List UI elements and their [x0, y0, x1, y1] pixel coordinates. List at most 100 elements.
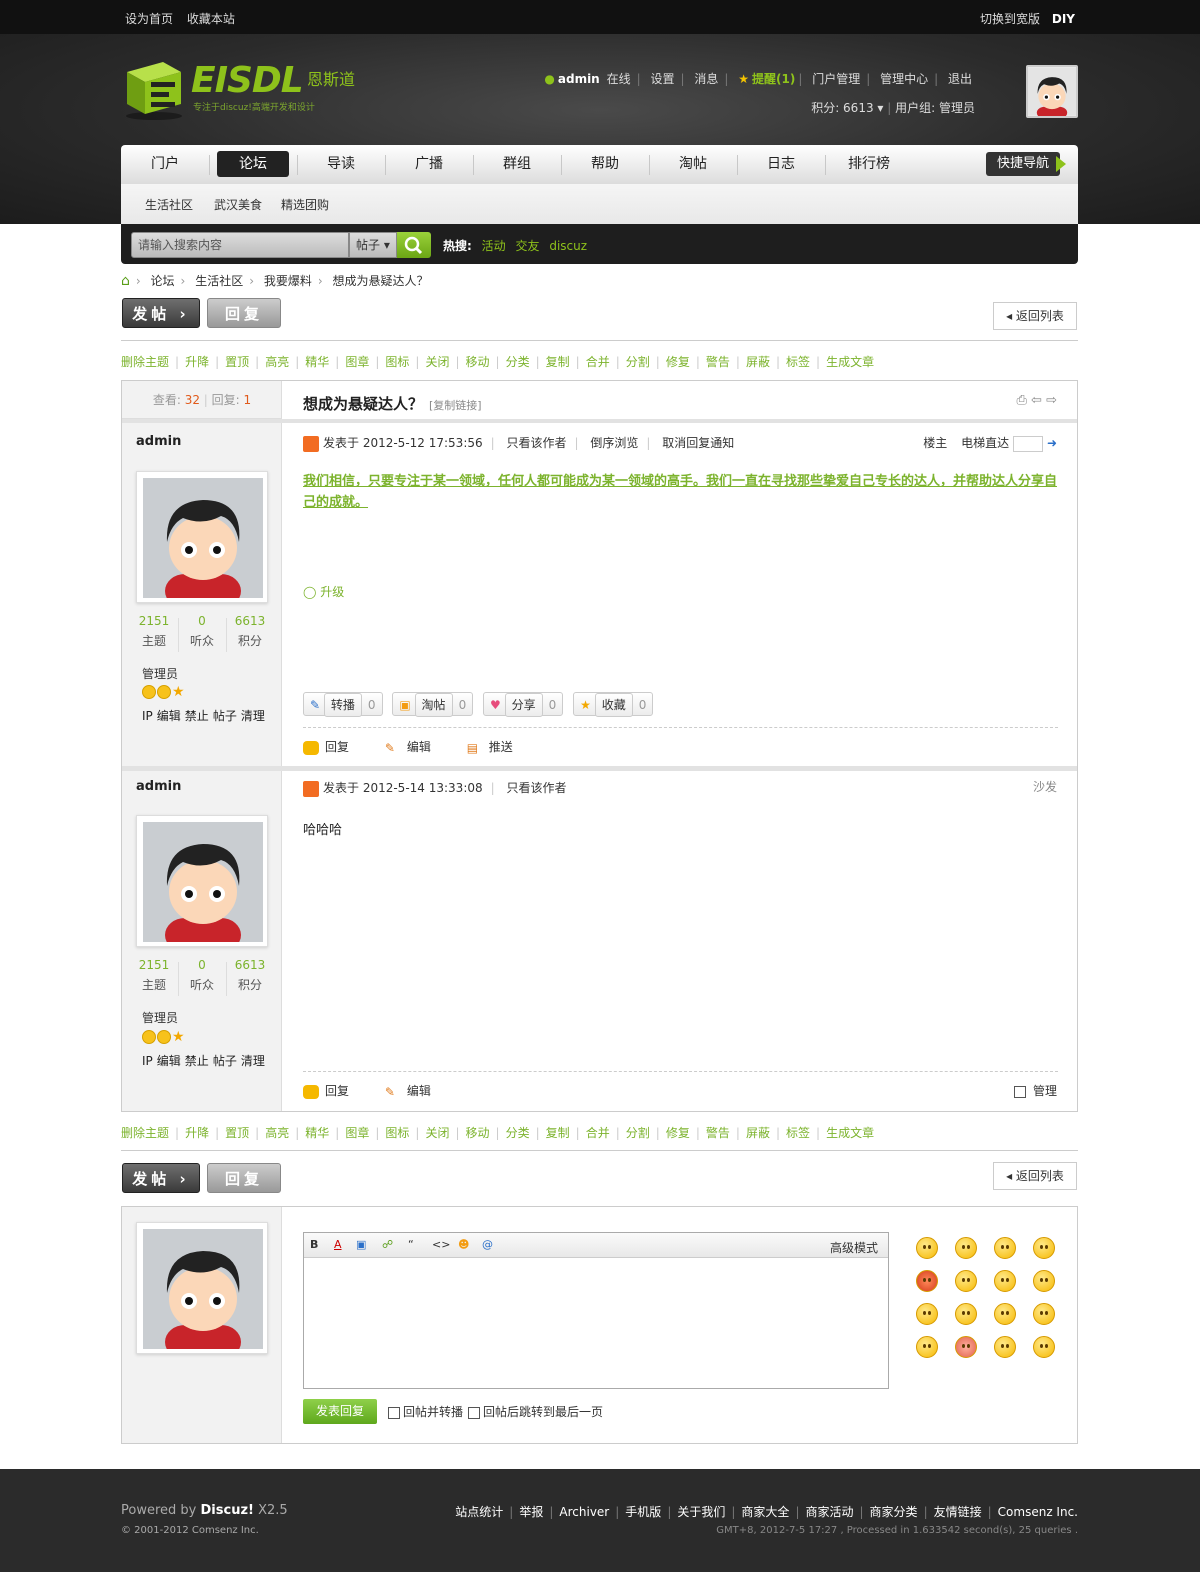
breadcrumb-item[interactable]: 论坛 [151, 274, 175, 288]
footer-link[interactable]: 手机版 [625, 1505, 661, 1519]
manage-checkbox[interactable]: 管理 [1014, 1082, 1057, 1099]
smiley-icon[interactable] [955, 1336, 977, 1358]
ban-link[interactable]: 禁止 [185, 709, 209, 723]
moderation-action[interactable]: 修复 [666, 1126, 690, 1140]
diy-link[interactable]: DIY [1052, 12, 1075, 26]
moderation-action[interactable]: 分割 [626, 1126, 650, 1140]
credits-stat[interactable]: 6613 积分 [226, 958, 274, 993]
breadcrumb-item[interactable]: 我要爆料 [264, 274, 312, 288]
home-icon[interactable]: ⌂ [121, 273, 130, 289]
smiley-icon[interactable] [1033, 1303, 1055, 1325]
moderation-action[interactable]: 标签 [786, 1126, 810, 1140]
clean-link[interactable]: 清理 [241, 1054, 265, 1068]
nav-item-collections[interactable]: 淘帖 [649, 145, 737, 184]
post-author[interactable]: admin [136, 434, 181, 449]
moderation-action[interactable]: 置顶 [225, 1126, 249, 1140]
reply-button[interactable]: 回复 [207, 298, 281, 328]
edit-post-link[interactable]: ✎ 编辑 [385, 1084, 447, 1099]
hot-search-item[interactable]: discuz [549, 239, 587, 253]
moderation-action[interactable]: 分类 [506, 355, 530, 369]
moderation-action[interactable]: 图章 [345, 1126, 369, 1140]
admin-center-link[interactable]: 管理中心 [880, 72, 928, 86]
post-content[interactable]: 我们相信，只要专注于某一领域，任何人都可能成为某一领域的高手。我们一直在寻找那些… [303, 471, 1058, 513]
user-posts-link[interactable]: 帖子 [213, 709, 237, 723]
moderation-action[interactable]: 分割 [626, 355, 650, 369]
topics-stat[interactable]: 2151 主题 [130, 614, 178, 649]
collect-thread-button[interactable]: ▣ 淘帖 0 [392, 692, 474, 717]
smiley-icon[interactable] [955, 1270, 977, 1292]
nav-item-groups[interactable]: 群组 [473, 145, 561, 184]
reverse-order-link[interactable]: 倒序浏览 [590, 436, 638, 450]
moderation-action[interactable]: 生成文章 [826, 355, 874, 369]
quick-nav-button[interactable]: 快捷导航 [986, 152, 1066, 176]
push-post-link[interactable]: ▤ 推送 [467, 740, 529, 755]
moderation-action[interactable]: 图章 [345, 355, 369, 369]
only-author-link[interactable]: 只看该作者 [507, 436, 567, 450]
print-icon[interactable]: ⎙ [1017, 393, 1027, 408]
moderation-action[interactable]: 升降 [185, 355, 209, 369]
reply-post-link[interactable]: 回复 [303, 740, 365, 755]
bold-icon[interactable]: B [310, 1238, 318, 1251]
footer-link[interactable]: Archiver [559, 1505, 609, 1519]
edit-user-link[interactable]: 编辑 [157, 709, 181, 723]
smiley-icon[interactable] [994, 1237, 1016, 1259]
nav-item-blog[interactable]: 日志 [737, 145, 825, 184]
footer-link[interactable]: 商家分类 [870, 1505, 918, 1519]
moderation-action[interactable]: 生成文章 [826, 1126, 874, 1140]
moderation-action[interactable]: 分类 [506, 1126, 530, 1140]
moderation-action[interactable]: 图标 [385, 355, 409, 369]
discuz-link[interactable]: Discuz! [201, 1503, 254, 1518]
edit-user-link[interactable]: 编辑 [157, 1054, 181, 1068]
jump-last-page-checkbox[interactable]: 回帖后跳转到最后一页 [468, 1403, 603, 1420]
switch-width-link[interactable]: 切换到宽版 [980, 12, 1040, 26]
moderation-action[interactable]: 移动 [466, 1126, 490, 1140]
moderation-action[interactable]: 删除主题 [121, 1126, 169, 1140]
moderation-action[interactable]: 关闭 [425, 1126, 449, 1140]
advanced-mode-link[interactable]: 高级模式 [830, 1239, 878, 1256]
smiley-icon[interactable] [916, 1237, 938, 1259]
quote-icon[interactable]: “ [408, 1238, 414, 1251]
footer-link[interactable]: 商家大全 [741, 1505, 789, 1519]
messages-link[interactable]: 消息 [694, 72, 718, 86]
remind-link[interactable]: 提醒(1) [752, 72, 795, 86]
user-group[interactable]: 管理员 [142, 1009, 178, 1026]
smiley-icon[interactable] [1033, 1270, 1055, 1292]
logout-link[interactable]: 退出 [948, 72, 972, 86]
footer-link[interactable]: 站点统计 [455, 1505, 503, 1519]
footer-link[interactable]: 友情链接 [934, 1505, 982, 1519]
goto-floor-icon[interactable]: ➜ [1047, 436, 1057, 450]
new-post-button[interactable]: 发帖 › [122, 1163, 200, 1193]
subnav-item-food[interactable]: 武汉美食 [214, 196, 262, 213]
smiley-icon[interactable] [955, 1303, 977, 1325]
search-input[interactable]: 请输入搜索内容 [131, 232, 349, 258]
settings-link[interactable]: 设置 [650, 72, 674, 86]
set-home-link[interactable]: 设为首页 [125, 12, 173, 26]
moderation-action[interactable]: 高亮 [265, 355, 289, 369]
only-author-link[interactable]: 只看该作者 [507, 781, 567, 795]
reply-relay-checkbox[interactable]: 回帖并转播 [388, 1403, 463, 1420]
subnav-item-groupbuy[interactable]: 精选团购 [281, 196, 329, 213]
footer-link[interactable]: 举报 [519, 1505, 543, 1519]
username-link[interactable]: admin [558, 72, 600, 86]
breadcrumb-item[interactable]: 生活社区 [195, 274, 243, 288]
moderation-action[interactable]: 关闭 [425, 355, 449, 369]
favorite-link[interactable]: 收藏本站 [187, 12, 235, 26]
image-icon[interactable]: ▣ [356, 1238, 366, 1251]
moderation-action[interactable]: 合并 [586, 355, 610, 369]
moderation-action[interactable]: 警告 [706, 355, 730, 369]
favorite-button[interactable]: ★ 收藏 0 [573, 692, 654, 717]
edit-post-link[interactable]: ✎ 编辑 [385, 740, 447, 755]
nav-item-portal[interactable]: 门户 [121, 145, 209, 184]
smiley-icon[interactable] [1033, 1237, 1055, 1259]
followers-stat[interactable]: 0 听众 [178, 614, 226, 649]
back-to-list-button[interactable]: ◂ 返回列表 [993, 302, 1077, 330]
moderation-action[interactable]: 屏蔽 [746, 355, 770, 369]
smiley-icon[interactable] [916, 1336, 938, 1358]
topics-stat[interactable]: 2151 主题 [130, 958, 178, 993]
goto-floor-input[interactable] [1013, 435, 1044, 452]
hot-search-item[interactable]: 交友 [515, 239, 539, 253]
code-icon[interactable]: <> [432, 1238, 450, 1251]
nav-item-guide[interactable]: 导读 [297, 145, 385, 184]
post-tag[interactable]: ◯ 升级 [303, 583, 344, 600]
moderation-action[interactable]: 升降 [185, 1126, 209, 1140]
